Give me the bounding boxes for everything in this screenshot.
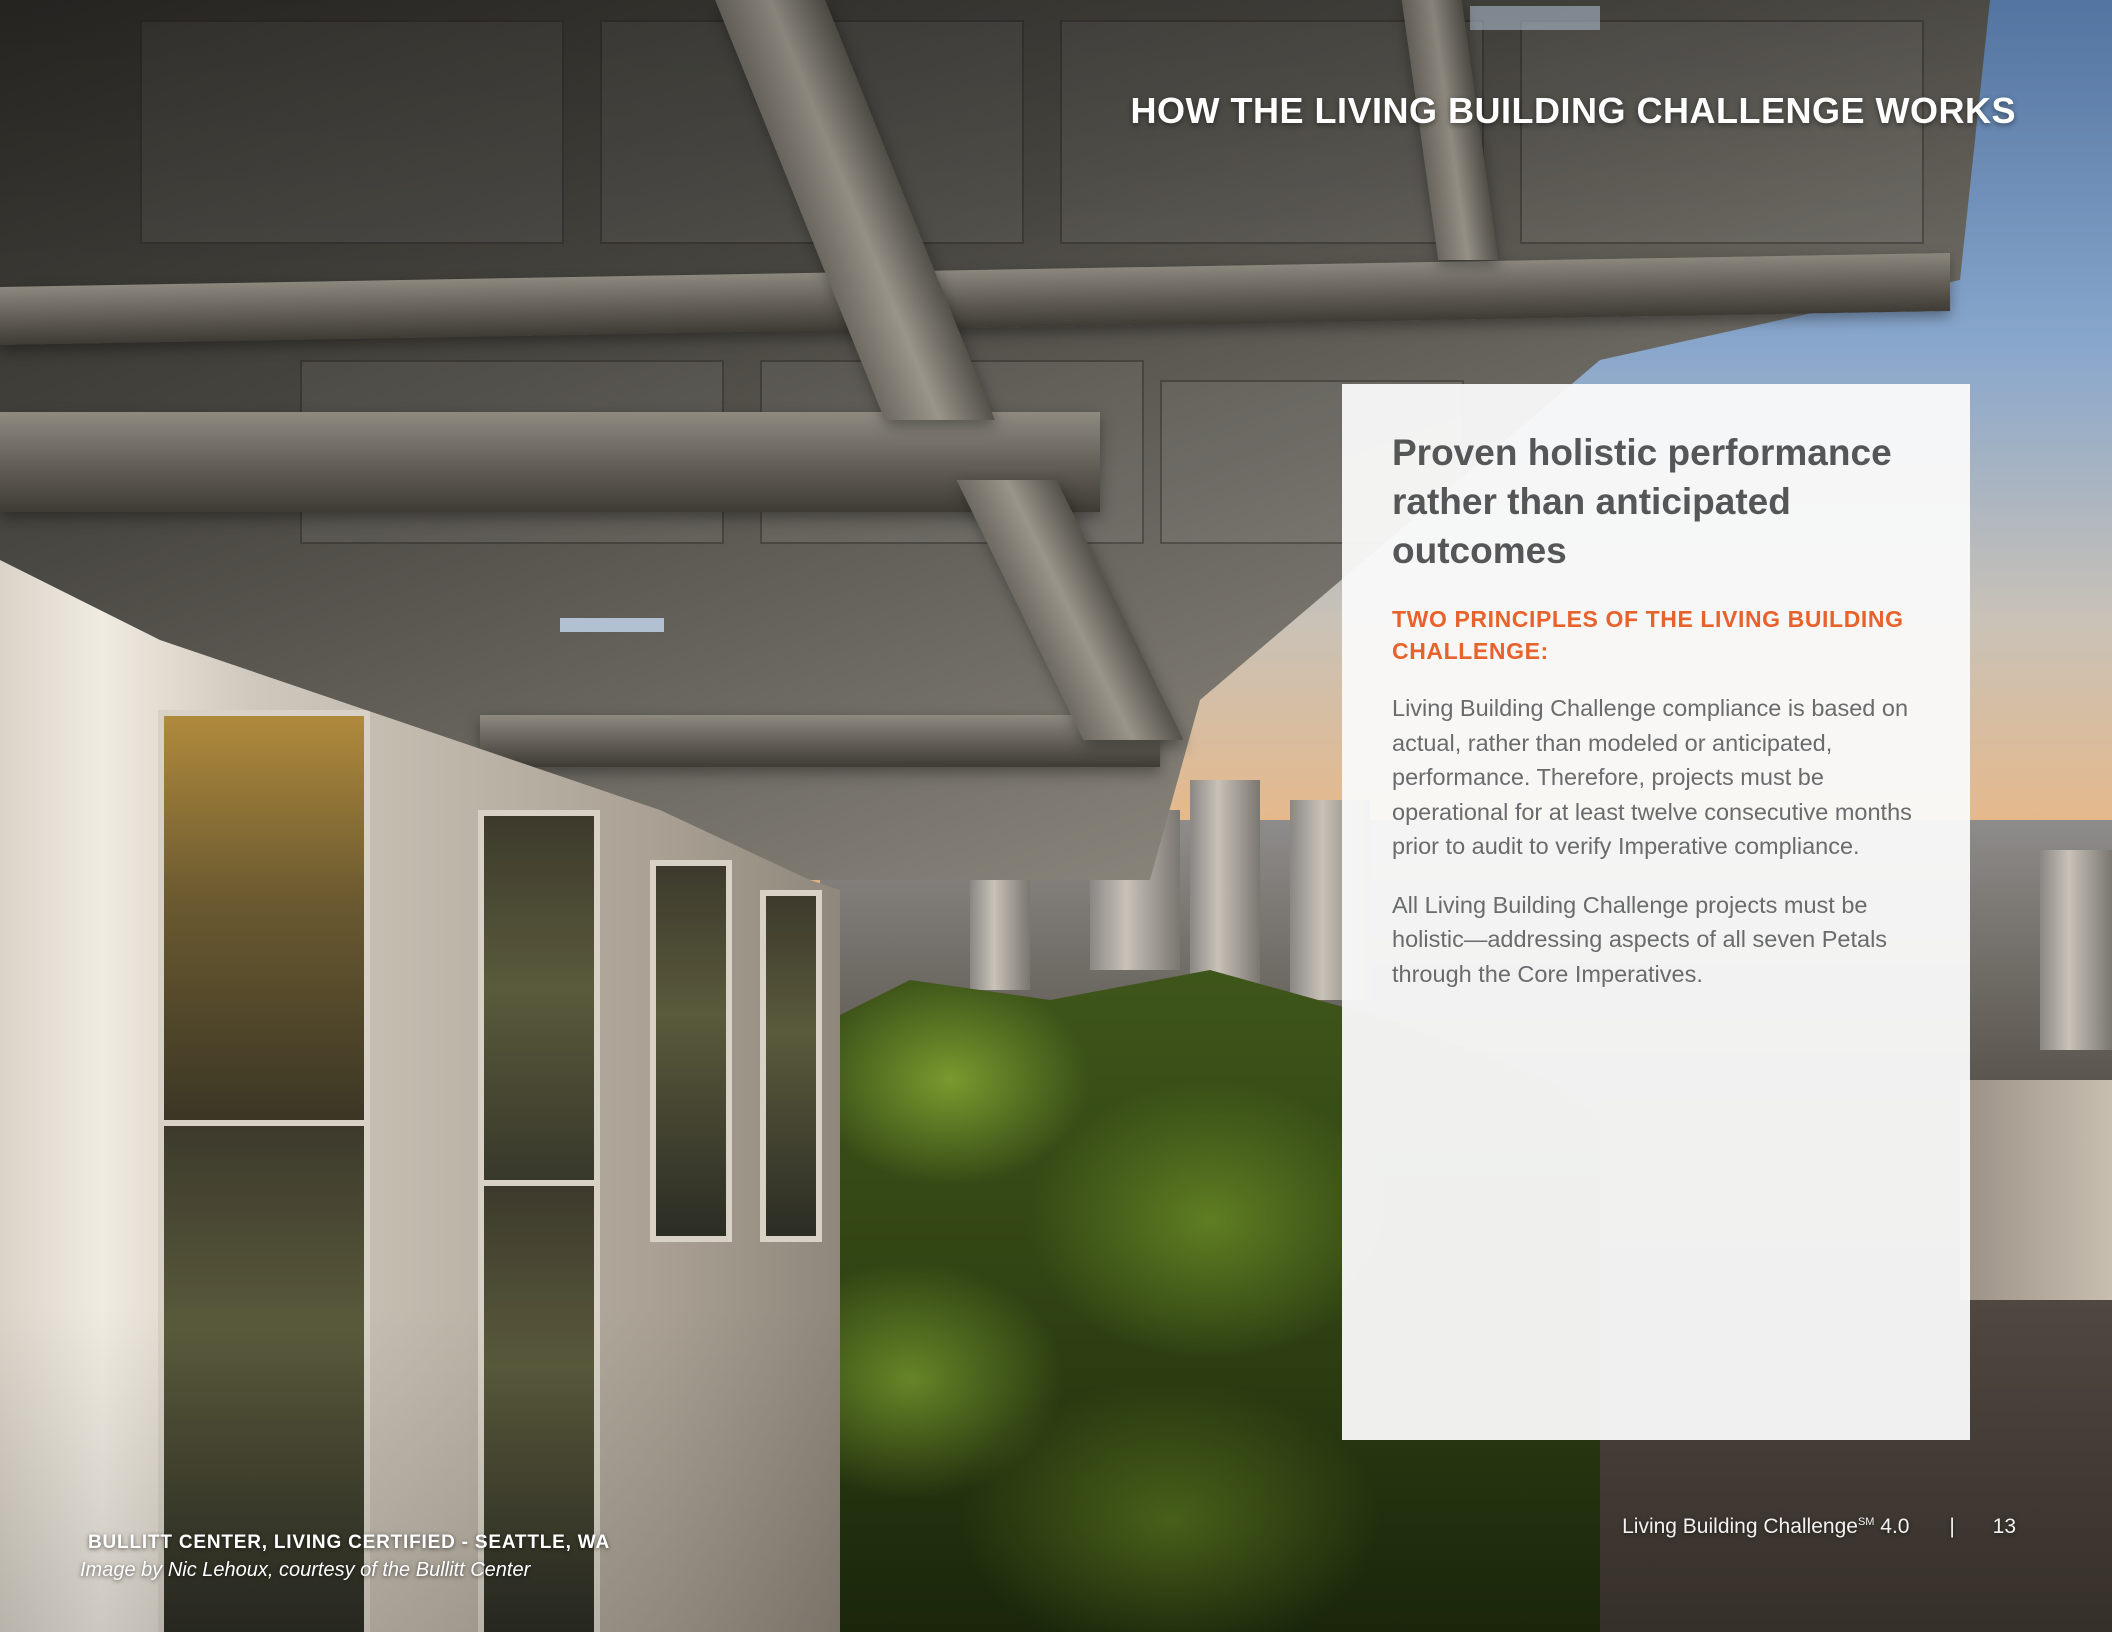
- caption-credit: Image by Nic Lehoux, courtesy of the Bul…: [80, 1559, 531, 1581]
- card-heading: Proven holistic performance rather than …: [1392, 432, 1892, 571]
- card-subheading: TWO PRINCIPLES OF THE LIVING BUILDING CH…: [1392, 606, 1904, 664]
- page-footer: Living Building ChallengeSM 4.0 | 13: [1622, 1515, 2016, 1539]
- footer-version: 4.0: [1880, 1515, 1910, 1538]
- page-header-title: HOW THE LIVING BUILDING CHALLENGE WORKS: [1130, 90, 2016, 131]
- content-card: Proven holistic performance rather than …: [1342, 384, 1970, 1440]
- footer-separator: |: [1949, 1515, 1955, 1538]
- photo-caption: BULLITT CENTER, LIVING CERTIFIED - SEATT…: [80, 1532, 610, 1582]
- card-paragraph-1: Living Building Challenge compliance is …: [1392, 695, 1912, 859]
- page-number: 13: [1992, 1515, 2016, 1538]
- footer-doc-name: Living Building Challenge: [1622, 1515, 1858, 1538]
- document-page: HOW THE LIVING BUILDING CHALLENGE WORKS …: [0, 0, 2112, 1632]
- footer-superscript: SM: [1857, 1516, 1875, 1528]
- caption-title: BULLITT CENTER, LIVING CERTIFIED - SEATT…: [88, 1532, 610, 1553]
- card-paragraph-2: All Living Building Challenge projects m…: [1392, 891, 1888, 987]
